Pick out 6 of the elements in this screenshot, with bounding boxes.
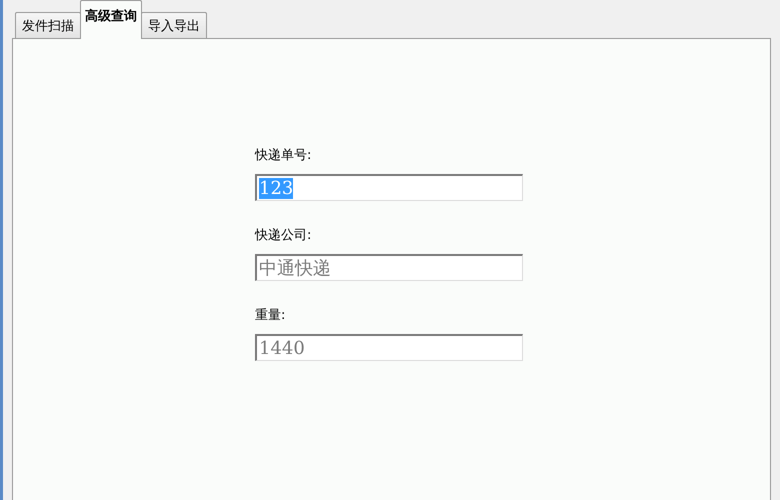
tab[interactable]: 发件扫描 (15, 12, 81, 39)
field-label: 快递单号: (255, 147, 312, 164)
field-label: 重量: (255, 307, 286, 324)
tab[interactable]: 导入导出 (141, 12, 207, 39)
tab[interactable]: 高级查询 (80, 0, 142, 39)
field-label: 快递公司: (255, 227, 312, 244)
